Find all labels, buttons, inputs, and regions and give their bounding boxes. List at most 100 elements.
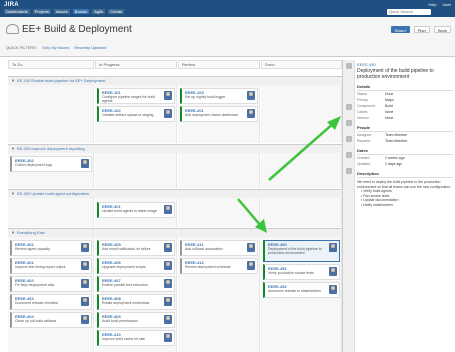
swimlane-label: EE-100 Enable build pipeline for EE+ Dep… [16, 78, 106, 83]
assignee-avatar [81, 261, 89, 270]
dates-section-icon[interactable] [346, 136, 352, 142]
issue-card[interactable]: EEEE-410 Improve build cache hit rate [97, 330, 175, 346]
issue-card[interactable]: EEEE-403 Document release checklist [10, 294, 92, 310]
swimlane-label: EE-200 Improve deployment reporting [16, 146, 85, 151]
column-header-done: Done [261, 60, 342, 69]
issue-summary: Update build agents to latest image [102, 209, 157, 213]
issue-type-icon [346, 63, 352, 69]
nav-projects[interactable]: Projects [32, 9, 52, 14]
work-mode-button[interactable]: Work [433, 26, 451, 33]
issue-card[interactable]: EEEE-102 Validate artifact upload to stag… [97, 106, 175, 122]
column-header-review: Review [178, 60, 260, 69]
swimlane-header[interactable]: ▼ EE-100 Enable build pipeline for EE+ De… [8, 77, 342, 85]
issue-card[interactable]: EEEE-103 Set up nightly build trigger [180, 88, 258, 104]
issue-card[interactable]: EEEE-407 Enable parallel test execution [97, 276, 175, 292]
issue-summary: Add rollback automation [185, 247, 223, 251]
nav-boards[interactable]: Boards [72, 9, 90, 14]
board: To Do In Progress Review Done ▼ EE-100 En… [8, 60, 342, 352]
issue-card[interactable]: EEEE-411 Add rollback automation [180, 240, 258, 256]
field-value[interactable]: Team Member [385, 138, 407, 144]
swimlane-header[interactable]: ▼ EE-200 Improve deployment reporting [8, 145, 342, 153]
assignee-avatar [81, 279, 89, 288]
board-mode-button[interactable]: Board [391, 26, 410, 33]
description-section-icon[interactable] [346, 152, 352, 158]
issue-card[interactable]: EEEE-405 Add email notification on failur… [97, 240, 175, 256]
assignee-avatar [81, 297, 89, 306]
help-link[interactable]: Help [428, 2, 436, 7]
people-section-icon[interactable] [346, 120, 352, 126]
swimlane-header[interactable]: ▼ Everything Else [8, 229, 342, 237]
issue-card[interactable]: EEEE-412 Review deployment schedule [180, 258, 258, 274]
nav-issues[interactable]: Issues [54, 9, 70, 14]
field-label: Version [357, 116, 369, 120]
assignee-avatar [81, 159, 89, 168]
quick-search-input[interactable]: Quick Search [387, 9, 431, 15]
issue-summary: Deployment of the build pipeline to prod… [268, 247, 322, 255]
swimlane-body: EEEE-202 Collect deployment logs [8, 153, 342, 188]
dates-heading: Dates [357, 148, 453, 155]
collapse-arrow-icon[interactable]: ▼ [11, 78, 15, 83]
filter-recently-updated[interactable]: Recently Updated [74, 45, 106, 50]
assignee-avatar [81, 243, 89, 252]
nav-create[interactable]: Create [108, 9, 125, 14]
jira-logo[interactable]: JIRA [4, 2, 19, 8]
swimlane[interactable]: ▼ EE-200 Improve deployment reporting EEE… [8, 144, 342, 188]
issue-card[interactable]: EEEE-402 Fix flaky deployment step [10, 276, 92, 292]
swimlane-header[interactable]: ▼ EE-300 Update build agent configuration [8, 190, 342, 198]
lane-column [95, 153, 177, 188]
issue-summary: Rotate deployment credentials [102, 301, 150, 305]
collapse-arrow-icon[interactable]: ▼ [11, 146, 15, 151]
issue-card-selected[interactable]: EEEE-450 Deployment of the build pipeline… [263, 240, 340, 262]
detail-issue-title: Deployment of the build pipeline to prod… [357, 68, 434, 80]
swimlane[interactable]: ▼ EE-300 Update build agent configuration… [8, 189, 342, 227]
column-header-in-progress: In Progress [95, 60, 177, 69]
issue-card[interactable]: EEEE-408 Rotate deployment credentials [97, 294, 175, 310]
issue-card[interactable]: EEEE-401 Improve test timing report outpu… [10, 258, 92, 274]
issue-card[interactable]: EEEE-202 Collect deployment logs [10, 156, 92, 172]
bullet-text: Notify stakeholders [363, 202, 393, 207]
filter-my-issues[interactable]: Only My Issues [42, 45, 69, 50]
assignee-avatar [247, 91, 255, 100]
issue-card[interactable]: EEEE-451 Verify production smoke tests [263, 264, 340, 280]
people-heading: People [357, 125, 453, 132]
details-section-icon[interactable] [346, 104, 352, 110]
lane-column [178, 198, 260, 227]
issue-card[interactable]: EEEE-201 Add deployment status dashboard [180, 106, 258, 122]
swimlane[interactable]: ▼ EE-100 Enable build pipeline for EE+ De… [8, 76, 342, 143]
issue-card[interactable]: EEEE-404 Clean up old build artifacts [10, 312, 92, 328]
bullet-item: • Notify stakeholders [361, 202, 393, 207]
bullet-text: Run smoke tests [363, 193, 390, 198]
issue-card[interactable]: EEEE-409 Audit build permissions [97, 312, 175, 328]
nav-dashboards[interactable]: Dashboards [4, 9, 30, 14]
collapse-arrow-icon[interactable]: ▼ [11, 191, 15, 196]
lane-column [178, 153, 260, 188]
user-menu[interactable]: User [443, 2, 451, 7]
lane-column [8, 198, 94, 227]
topbar-right: Help User [428, 2, 451, 7]
issue-summary: Review deployment schedule [185, 265, 231, 269]
issue-card[interactable]: EEEE-302 Review agent capacity [10, 240, 92, 256]
detail-issue-key[interactable]: EEEE-450 [357, 62, 453, 67]
assignee-avatar [164, 243, 172, 252]
swimlane-body: EEEE-301 Update build agents to latest im… [8, 198, 342, 227]
swimlane-body: EEEE-302 Review agent capacity EEEE-401 Im… [8, 237, 342, 352]
field-row: Reporter Team Member [357, 138, 453, 144]
issue-card[interactable]: EEEE-101 Configure pipeline stages for bu… [97, 88, 175, 104]
nav-agile[interactable]: Agile [92, 9, 106, 14]
issue-summary: Add email notification on failure [102, 247, 151, 251]
assignee-avatar [329, 285, 337, 294]
column-header-todo: To Do [8, 60, 94, 69]
assignee-avatar [164, 297, 172, 306]
issue-summary: Configure pipeline stages for build agen… [102, 95, 155, 103]
issue-card[interactable]: EEEE-406 Upgrade deployment scripts [97, 258, 175, 274]
issue-card[interactable]: EEEE-452 Announce release to stakeholders [263, 282, 340, 298]
collapse-arrow-icon[interactable]: ▼ [11, 230, 15, 235]
plan-mode-button[interactable]: Plan [413, 26, 430, 33]
comments-section-icon[interactable] [346, 168, 352, 174]
assignee-avatar [164, 261, 172, 270]
swimlane[interactable]: ▼ Everything Else EEEE-302 Review agent ca… [8, 228, 342, 352]
issue-summary: Validate artifact upload to staging [102, 113, 154, 117]
assignee-avatar [247, 243, 255, 252]
lane-column [261, 153, 342, 188]
issue-card[interactable]: EEEE-301 Update build agents to latest im… [97, 202, 175, 218]
